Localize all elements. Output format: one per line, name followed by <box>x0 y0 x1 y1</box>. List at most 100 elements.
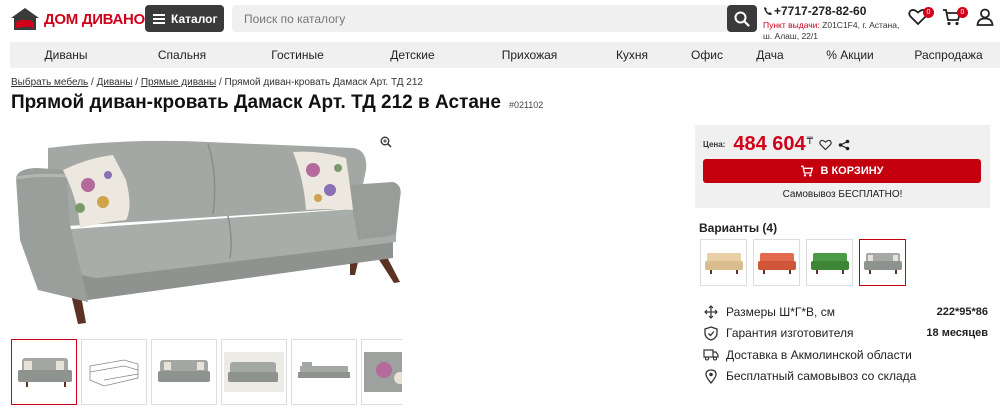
nav-item-prihozhaya[interactable]: Прихожая <box>472 42 587 68</box>
nav-label: Прихожая <box>501 48 558 62</box>
cart-count-badge: 0 <box>957 7 968 18</box>
thumbnail[interactable] <box>151 339 217 405</box>
spec-row: Гарантия изготовителя 18 месяцев <box>702 323 988 345</box>
phone-link[interactable]: +7717-278-82-60 <box>763 4 908 18</box>
add-to-cart-label: В КОРЗИНУ <box>820 165 884 177</box>
nav-label: % Акции <box>826 48 874 62</box>
site-header: ДОМ ДИВАНОВ Каталог +7717-278-82-60 Пунк… <box>0 0 1000 42</box>
thumbnail[interactable] <box>11 339 77 405</box>
favorites-button[interactable]: 0 <box>908 7 934 28</box>
variant-beige[interactable] <box>700 239 747 286</box>
add-to-cart-button[interactable]: В КОРЗИНУ <box>703 159 981 183</box>
phone-icon <box>764 7 772 15</box>
pickup-point: Пункт выдачи: Z01C1F4, г. Астана, ш. Ала… <box>763 20 908 42</box>
sofa-variant-icon <box>704 252 743 274</box>
contacts-block: +7717-278-82-60 Пункт выдачи: Z01C1F4, г… <box>763 4 908 42</box>
spec-row: Доставка в Акмолинской области <box>702 344 988 366</box>
product-main-image[interactable] <box>8 130 403 330</box>
search-input[interactable] <box>232 11 727 26</box>
thumbnail-gallery <box>11 339 402 406</box>
dimensions-icon <box>702 304 720 320</box>
house-logo-icon <box>11 8 39 30</box>
zoom-icon[interactable] <box>380 136 392 148</box>
sofa-photo-icon <box>158 360 210 382</box>
spec-value: 222*95*86 <box>936 305 988 318</box>
price-value: 484 604 <box>733 133 806 155</box>
nav-item-divany[interactable]: Диваны <box>10 42 122 68</box>
search-button[interactable] <box>727 5 757 32</box>
nav-label: Дача <box>756 48 784 62</box>
product-title: Прямой диван-кровать Дамаск Арт. ТД 212 … <box>11 92 501 113</box>
thumbnail[interactable] <box>291 339 357 405</box>
nav-label: Гостиные <box>271 48 324 62</box>
nav-item-detskie[interactable]: Детские <box>353 42 472 68</box>
spec-label: Размеры Ш*Г*В, см <box>726 304 835 319</box>
sofa-bed-photo-icon <box>298 362 350 378</box>
spec-label: Гарантия изготовителя <box>726 326 854 341</box>
location-pin-icon <box>702 368 720 384</box>
variants-title: Варианты (4) <box>699 221 778 235</box>
price-row: Цена: 484 604 ₸ <box>703 133 850 156</box>
search-bar <box>232 5 757 32</box>
page-title: Прямой диван-кровать Дамаск Арт. ТД 212 … <box>11 92 543 114</box>
product-sku: #021102 <box>508 100 544 110</box>
nav-label: Детские <box>390 48 435 62</box>
logo-text: ДОМ ДИВАНОВ <box>44 10 156 28</box>
spec-value: 18 месяцев <box>926 327 988 340</box>
spec-label: Бесплатный самовывоз со склада <box>726 369 917 384</box>
free-pickup-note: Самовывоз БЕСПЛАТНО! <box>782 189 903 200</box>
sofa-drawing-icon <box>89 359 139 387</box>
heart-icon[interactable] <box>819 139 832 151</box>
variant-green[interactable] <box>806 239 853 286</box>
thumbnail[interactable] <box>81 339 147 405</box>
breadcrumb-link[interactable]: Прямые диваны <box>141 77 216 88</box>
currency: ₸ <box>806 136 814 147</box>
header-icons: 0 0 <box>908 7 998 28</box>
spec-row: Размеры Ш*Г*В, см 222*95*86 <box>702 301 988 323</box>
nav-item-dacha[interactable]: Дача <box>737 42 803 68</box>
breadcrumb-link[interactable]: Диваны <box>97 77 133 88</box>
spec-label: Доставка в Акмолинской области <box>726 347 912 362</box>
search-icon <box>734 11 750 27</box>
warranty-shield-icon <box>702 325 720 341</box>
breadcrumb-separator: / <box>88 77 97 88</box>
breadcrumb-link[interactable]: Выбрать мебель <box>11 77 88 88</box>
category-nav: Диваны Спальня Гостиные Детские Прихожая… <box>10 42 1000 68</box>
variant-red[interactable] <box>753 239 800 286</box>
nav-item-gostinye[interactable]: Гостиные <box>242 42 353 68</box>
variants-list <box>700 239 906 286</box>
sofa-photo-icon <box>18 358 72 387</box>
nav-label: Диваны <box>44 48 88 62</box>
favorites-count-badge: 0 <box>923 7 934 18</box>
nav-item-kuhnya[interactable]: Кухня <box>587 42 677 68</box>
share-icon[interactable] <box>838 139 850 151</box>
breadcrumb: Выбрать мебель / Диваны / Прямые диваны … <box>11 77 423 88</box>
cart-button[interactable]: 0 <box>942 7 968 28</box>
sofa-photo-icon <box>224 352 284 392</box>
thumbnail[interactable] <box>361 339 402 405</box>
catalog-button[interactable]: Каталог <box>145 5 224 32</box>
nav-item-ofis[interactable]: Офис <box>677 42 737 68</box>
catalog-label: Каталог <box>171 11 218 26</box>
nav-label: Спальня <box>157 48 207 62</box>
price-label: Цена: <box>703 140 726 149</box>
menu-icon <box>153 13 165 24</box>
variant-gray[interactable] <box>859 239 906 286</box>
nav-item-rasprodazha[interactable]: Распродажа <box>897 42 1000 68</box>
breadcrumb-separator: / <box>216 77 225 88</box>
site-logo[interactable]: ДОМ ДИВАНОВ <box>10 6 156 32</box>
pickup-label: Пункт выдачи: <box>763 20 820 30</box>
breadcrumb-separator: / <box>132 77 141 88</box>
cart-icon <box>801 165 814 177</box>
nav-label: Распродажа <box>914 48 983 62</box>
account-button[interactable] <box>976 8 998 28</box>
thumbnail[interactable] <box>221 339 287 405</box>
nav-item-spalnya[interactable]: Спальня <box>122 42 242 68</box>
delivery-truck-icon <box>702 347 720 363</box>
sofa-variant-icon <box>757 252 796 274</box>
nav-item-akcii[interactable]: % Акции <box>803 42 897 68</box>
fabric-photo-icon <box>364 352 402 392</box>
sofa-variant-icon <box>810 252 849 274</box>
nav-label: Офис <box>691 48 723 62</box>
sofa-variant-icon <box>863 252 902 274</box>
